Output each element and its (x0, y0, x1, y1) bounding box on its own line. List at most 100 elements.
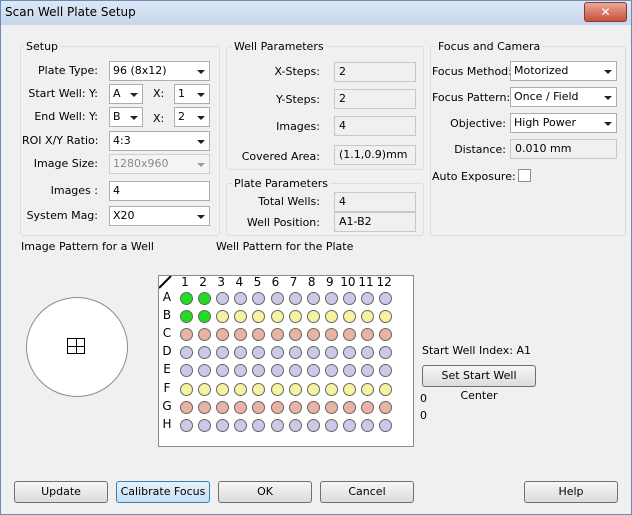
focus-method-select[interactable]: Motorized (510, 61, 617, 81)
start-well-x-select[interactable]: 1 (174, 84, 210, 104)
update-button[interactable]: Update (14, 481, 108, 503)
plate-well[interactable] (180, 382, 193, 396)
plate-well[interactable] (324, 418, 338, 432)
plate-well[interactable] (306, 346, 320, 360)
plate-well[interactable] (180, 328, 193, 342)
plate-well[interactable] (198, 328, 212, 342)
plate-well[interactable] (252, 346, 266, 360)
objective-select[interactable]: High Power (510, 113, 617, 133)
plate-well[interactable] (361, 400, 374, 414)
plate-well[interactable] (198, 418, 212, 432)
plate-well[interactable] (379, 346, 393, 360)
plate-well[interactable] (216, 400, 230, 414)
plate-well[interactable] (342, 418, 356, 432)
plate-well[interactable] (306, 310, 320, 324)
plate-well[interactable] (198, 382, 212, 396)
plate-well[interactable] (234, 328, 248, 342)
plate-well[interactable] (324, 346, 338, 360)
plate-well[interactable] (198, 292, 212, 305)
plate-well[interactable] (216, 292, 230, 305)
plate-well[interactable] (324, 364, 338, 378)
plate-well[interactable] (342, 382, 356, 396)
plate-well[interactable] (379, 418, 393, 432)
plate-well[interactable] (270, 400, 284, 414)
plate-well[interactable] (288, 382, 302, 396)
plate-well[interactable] (234, 418, 248, 432)
start-well-y-select[interactable]: A (109, 84, 143, 104)
calibrate-focus-button[interactable]: Calibrate Focus (116, 481, 210, 503)
plate-well[interactable] (324, 310, 338, 324)
plate-well[interactable] (342, 364, 356, 378)
plate-well[interactable] (270, 346, 284, 360)
plate-well[interactable] (324, 382, 338, 396)
help-button[interactable]: Help (524, 481, 618, 503)
plate-well[interactable] (252, 364, 266, 378)
plate-well[interactable] (234, 400, 248, 414)
plate-well[interactable] (252, 328, 266, 342)
plate-well[interactable] (342, 292, 356, 305)
plate-well[interactable] (234, 364, 248, 378)
plate-well[interactable] (361, 382, 374, 396)
plate-well[interactable] (252, 382, 266, 396)
end-well-y-select[interactable]: B (109, 107, 143, 127)
plate-well[interactable] (361, 418, 374, 432)
plate-well[interactable] (306, 400, 320, 414)
close-button[interactable]: ✕ (584, 2, 627, 22)
plate-well[interactable] (216, 310, 230, 324)
plate-well[interactable] (361, 310, 374, 324)
roi-ratio-select[interactable]: 4:3 (109, 131, 210, 151)
plate-well[interactable] (270, 292, 284, 305)
auto-exposure-checkbox[interactable] (518, 169, 531, 182)
plate-well[interactable] (180, 292, 193, 305)
plate-well[interactable] (361, 292, 374, 305)
plate-well[interactable] (198, 400, 212, 414)
plate-well[interactable] (216, 382, 230, 396)
plate-well[interactable] (306, 418, 320, 432)
plate-well[interactable] (198, 346, 212, 360)
plate-well[interactable] (361, 346, 374, 360)
plate-well[interactable] (252, 292, 266, 305)
plate-well[interactable] (342, 346, 356, 360)
plate-well[interactable] (324, 400, 338, 414)
plate-well[interactable] (288, 400, 302, 414)
plate-well[interactable] (270, 328, 284, 342)
plate-well[interactable] (198, 310, 212, 324)
plate-well[interactable] (379, 292, 393, 305)
plate-well[interactable] (270, 310, 284, 324)
plate-well[interactable] (342, 310, 356, 324)
plate-well[interactable] (234, 382, 248, 396)
plate-well[interactable] (180, 400, 193, 414)
plate-well[interactable] (270, 382, 284, 396)
plate-well[interactable] (306, 364, 320, 378)
plate-well[interactable] (361, 364, 374, 378)
plate-type-select[interactable]: 96 (8x12) (109, 61, 210, 81)
plate-well[interactable] (324, 328, 338, 342)
plate-well[interactable] (288, 310, 302, 324)
plate-well[interactable] (198, 364, 212, 378)
plate-well[interactable] (288, 346, 302, 360)
plate-well[interactable] (379, 382, 393, 396)
plate-well[interactable] (288, 292, 302, 305)
plate-well[interactable] (379, 310, 393, 324)
plate-well[interactable] (379, 364, 393, 378)
plate-well[interactable] (288, 328, 302, 342)
focus-pattern-select[interactable]: Once / Field (510, 87, 617, 107)
plate-well[interactable] (252, 418, 266, 432)
plate-well[interactable] (324, 292, 338, 305)
plate-well[interactable] (216, 364, 230, 378)
plate-well[interactable] (216, 346, 230, 360)
plate-well[interactable] (288, 364, 302, 378)
plate-well[interactable] (216, 328, 230, 342)
plate-well[interactable] (306, 328, 320, 342)
plate-well[interactable] (306, 292, 320, 305)
ok-button[interactable]: OK (218, 481, 312, 503)
end-well-x-select[interactable]: 2 (174, 107, 210, 127)
plate-well[interactable] (234, 310, 248, 324)
plate-well[interactable] (342, 400, 356, 414)
images-input[interactable]: 4 (109, 181, 210, 201)
plate-well[interactable] (180, 418, 193, 432)
system-mag-select[interactable]: X20 (109, 206, 210, 226)
cancel-button[interactable]: Cancel (320, 481, 414, 503)
plate-well[interactable] (270, 418, 284, 432)
plate-well[interactable] (180, 310, 193, 324)
